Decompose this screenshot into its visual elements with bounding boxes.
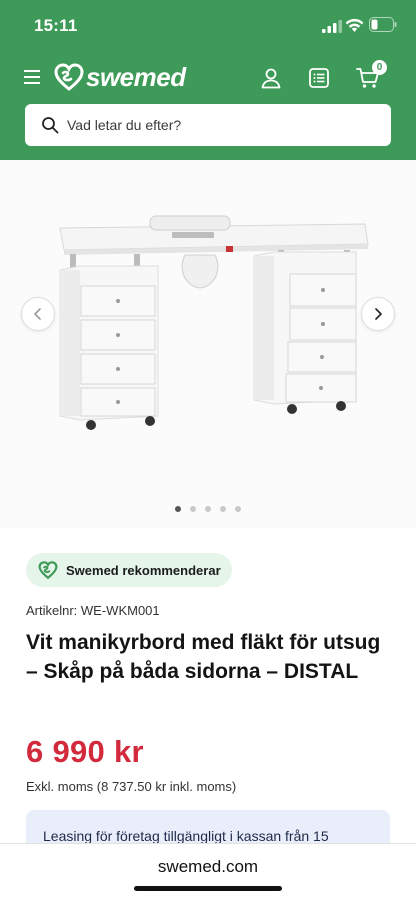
user-account-icon[interactable] — [260, 67, 282, 89]
search-input[interactable] — [67, 117, 367, 133]
recommend-badge: Swemed rekommenderar — [26, 553, 232, 587]
heart-logo-icon — [38, 561, 58, 579]
pagination-dot[interactable] — [175, 506, 181, 512]
browser-url-bar[interactable]: swemed.com — [0, 843, 416, 900]
site-header: swemed 0 — [0, 54, 416, 160]
search-bar[interactable] — [25, 104, 391, 146]
chevron-right-icon — [375, 308, 382, 320]
product-price: 6 990 kr — [26, 734, 144, 769]
chevron-left-icon — [34, 308, 41, 320]
gallery-pagination — [0, 506, 416, 512]
swemed-logo[interactable]: swemed — [54, 60, 186, 94]
pagination-dot[interactable] — [190, 506, 196, 512]
recommend-label: Swemed rekommenderar — [66, 562, 221, 578]
battery-icon — [369, 17, 397, 32]
product-title: Vit manikyrbord med fläkt för utsug – Sk… — [26, 631, 381, 683]
home-indicator — [134, 886, 282, 891]
cart-count-badge: 0 — [372, 60, 387, 75]
product-gallery — [0, 160, 416, 528]
pagination-dot[interactable] — [220, 506, 226, 512]
logo-text: swemed — [86, 61, 186, 92]
gallery-next-button[interactable] — [361, 297, 395, 331]
heart-logo-icon — [54, 63, 84, 91]
pagination-dot[interactable] — [235, 506, 241, 512]
leasing-text: Leasing för företag tillgängligt i kassa… — [43, 828, 329, 844]
status-bar: 15:11 — [0, 0, 416, 54]
vat-info: Exkl. moms (8 737.50 kr inkl. moms) — [26, 779, 237, 794]
product-image — [59, 215, 369, 430]
pagination-dot[interactable] — [205, 506, 211, 512]
wifi-icon — [345, 18, 364, 32]
cellular-signal-icon — [322, 20, 342, 33]
hamburger-menu-icon[interactable] — [24, 68, 44, 86]
url-text: swemed.com — [157, 857, 259, 876]
list-icon[interactable] — [308, 67, 330, 89]
search-icon — [42, 117, 59, 134]
article-number: Artikelnr: WE-WKM001 — [26, 603, 160, 618]
status-time: 15:11 — [34, 16, 78, 35]
gallery-prev-button[interactable] — [21, 297, 55, 331]
